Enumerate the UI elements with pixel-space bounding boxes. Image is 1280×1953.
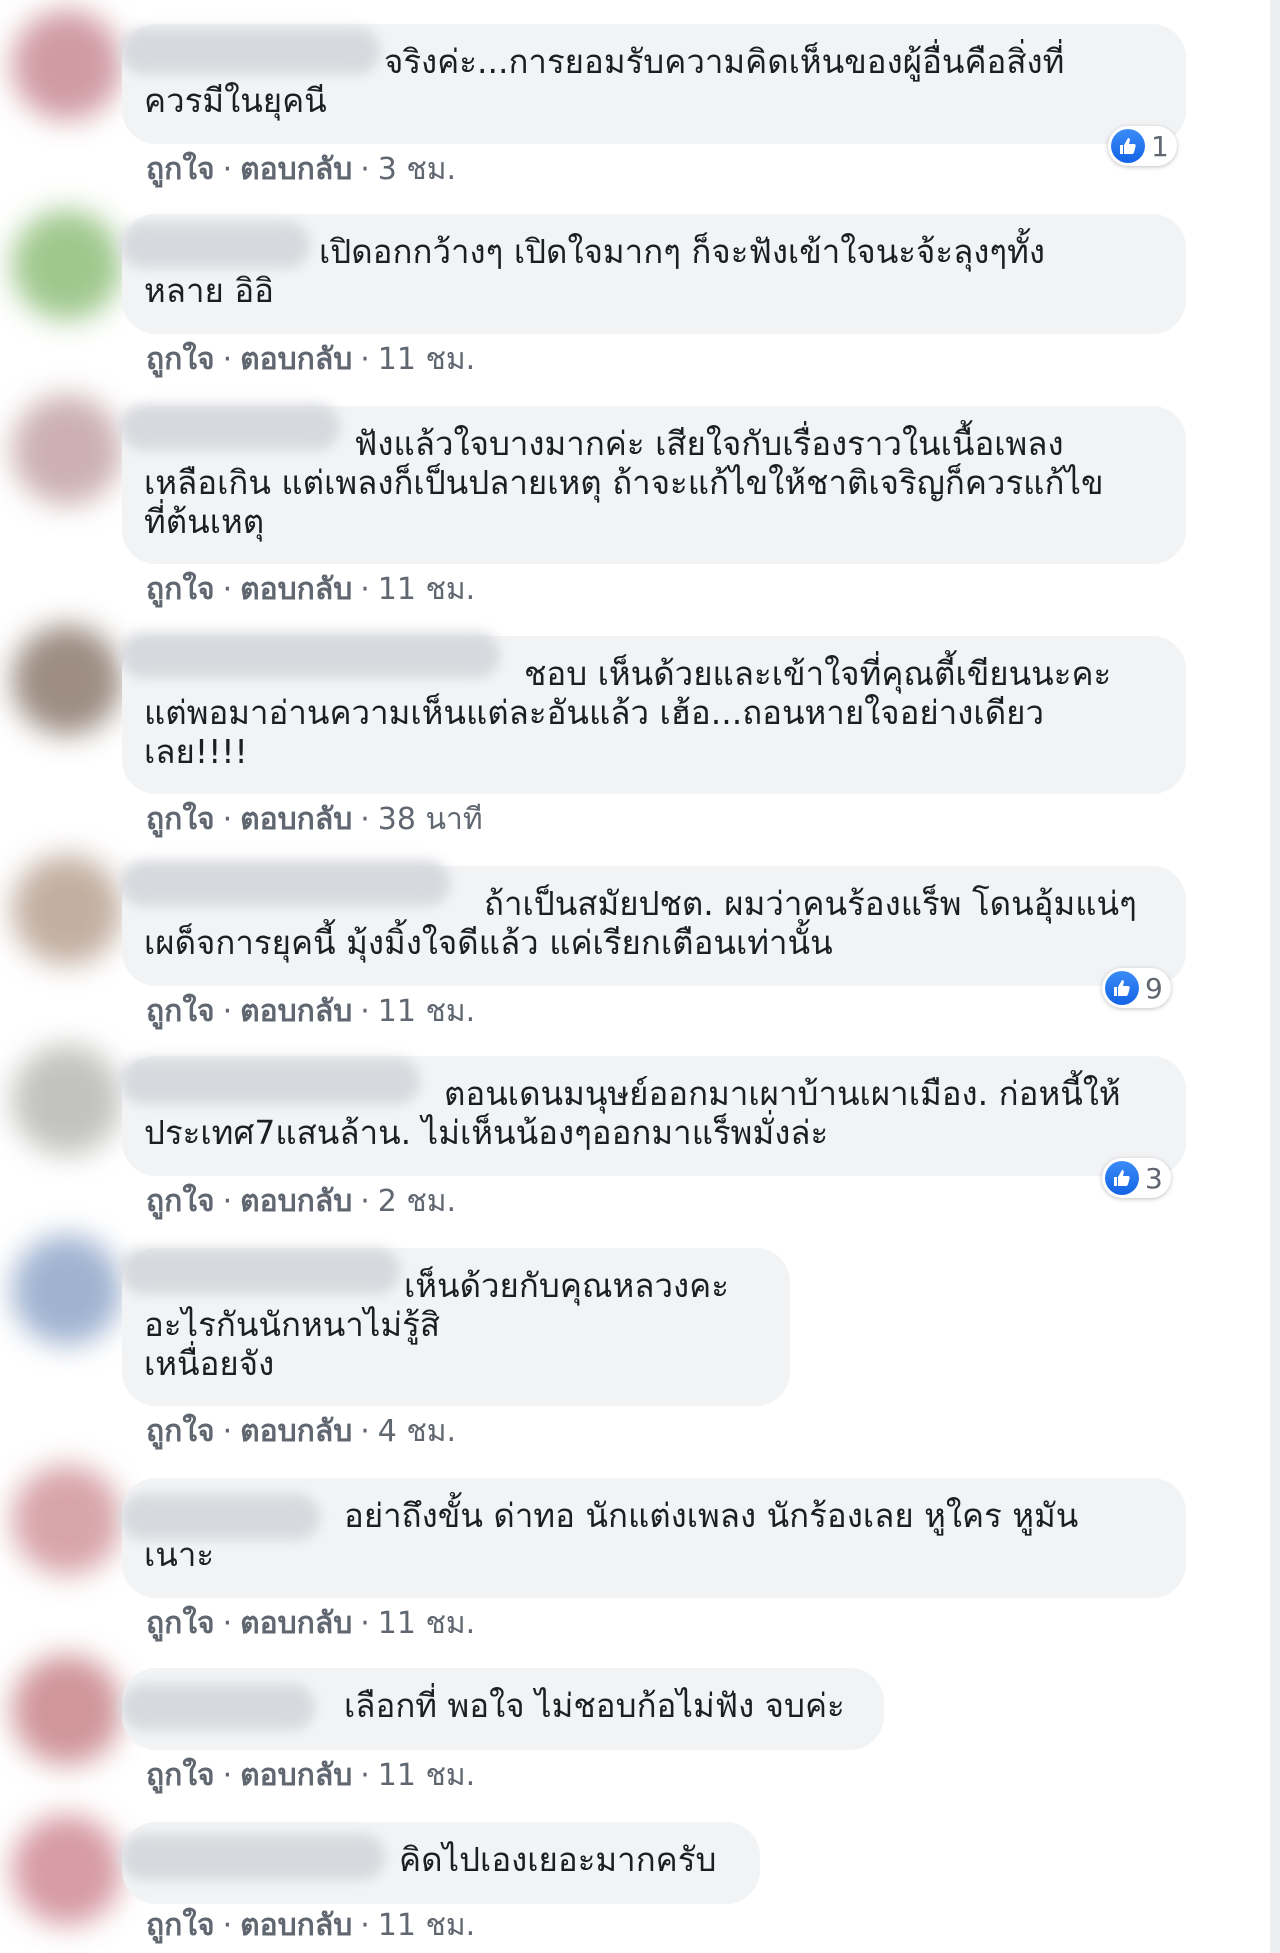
comment-actions: ถูกใจ · ตอบกลับ · 38 นาที (146, 796, 483, 843)
comment-timestamp[interactable]: 11 ชม. (378, 1758, 475, 1793)
comment-timestamp[interactable]: 11 ชม. (378, 572, 475, 607)
reply-button[interactable]: ตอบกลับ (240, 1758, 352, 1793)
reply-button[interactable]: ตอบกลับ (240, 152, 352, 187)
like-button[interactable]: ถูกใจ (146, 342, 215, 377)
comment-timestamp[interactable]: 11 ชม. (378, 342, 475, 377)
avatar[interactable] (12, 1815, 122, 1925)
avatar[interactable] (12, 625, 122, 735)
comment-timestamp[interactable]: 11 ชม. (378, 994, 475, 1029)
like-button[interactable]: ถูกใจ (146, 1758, 215, 1793)
comment-actions: ถูกใจ · ตอบกลับ · 4 ชม. (146, 1408, 456, 1455)
comment-actions: ถูกใจ · ตอบกลับ · 11 ชม. (146, 1752, 475, 1799)
separator: · (360, 1184, 370, 1219)
reaction-count-badge[interactable]: 1 (1108, 126, 1177, 166)
like-button[interactable]: ถูกใจ (146, 572, 215, 607)
commenter-name[interactable] (120, 404, 340, 450)
comment-timestamp[interactable]: 4 ชม. (378, 1414, 456, 1449)
separator: · (222, 1606, 233, 1641)
reply-button[interactable]: ตอบกลับ (240, 994, 352, 1029)
scrollbar-track[interactable] (1270, 0, 1280, 1953)
reply-button[interactable]: ตอบกลับ (240, 802, 352, 837)
commenter-name[interactable] (120, 1834, 385, 1880)
like-button[interactable]: ถูกใจ (146, 1606, 215, 1641)
comment-timestamp[interactable]: 3 ชม. (378, 152, 456, 187)
comment-timestamp[interactable]: 11 ชม. (378, 1908, 475, 1943)
separator: · (222, 1414, 233, 1449)
reply-button[interactable]: ตอบกลับ (240, 1606, 352, 1641)
commenter-name[interactable] (120, 222, 310, 268)
separator: · (222, 342, 233, 377)
comment-actions: ถูกใจ · ตอบกลับ · 11 ชม. (146, 1902, 475, 1949)
separator: · (360, 152, 370, 187)
comment-timestamp[interactable]: 38 นาที (378, 802, 483, 837)
separator: · (360, 1414, 370, 1449)
reaction-count: 3 (1145, 1161, 1163, 1195)
reply-button[interactable]: ตอบกลับ (240, 1414, 352, 1449)
commenter-name[interactable] (120, 1494, 320, 1540)
avatar[interactable] (12, 1235, 122, 1345)
like-thumbs-up-icon (1105, 1161, 1139, 1195)
comment-actions: ถูกใจ · ตอบกลับ · 11 ชม. (146, 566, 475, 613)
separator: · (360, 342, 370, 377)
comment-timestamp[interactable]: 11 ชม. (378, 1606, 475, 1641)
reply-button[interactable]: ตอบกลับ (240, 1908, 352, 1943)
separator: · (360, 802, 370, 837)
separator: · (360, 1908, 370, 1943)
avatar[interactable] (12, 10, 122, 120)
separator: · (360, 572, 370, 607)
reply-button[interactable]: ตอบกลับ (240, 342, 352, 377)
reaction-count: 1 (1151, 129, 1169, 163)
avatar[interactable] (12, 1465, 122, 1575)
commenter-name[interactable] (120, 28, 380, 74)
separator: · (222, 572, 233, 607)
like-thumbs-up-icon (1111, 129, 1145, 163)
comment-actions: ถูกใจ · ตอบกลับ · 11 ชม. (146, 988, 475, 1035)
separator: · (222, 1184, 233, 1219)
reply-button[interactable]: ตอบกลับ (240, 572, 352, 607)
avatar[interactable] (12, 395, 122, 505)
avatar[interactable] (12, 210, 122, 320)
commenter-name[interactable] (120, 1248, 400, 1294)
avatar[interactable] (12, 1045, 122, 1155)
commenter-name[interactable] (120, 1058, 420, 1104)
reaction-count-badge[interactable]: 3 (1102, 1158, 1171, 1198)
reply-button[interactable]: ตอบกลับ (240, 1184, 352, 1219)
reaction-count: 9 (1145, 971, 1163, 1005)
avatar[interactable] (12, 1655, 122, 1765)
comment-actions: ถูกใจ · ตอบกลับ · 3 ชม. (146, 146, 456, 193)
comment-actions: ถูกใจ · ตอบกลับ · 11 ชม. (146, 1600, 475, 1647)
comment-actions: ถูกใจ · ตอบกลับ · 2 ชม. (146, 1178, 456, 1225)
separator: · (222, 994, 233, 1029)
separator: · (360, 994, 370, 1029)
separator: · (360, 1758, 370, 1793)
separator: · (222, 1908, 233, 1943)
separator: · (360, 1606, 370, 1641)
reaction-count-badge[interactable]: 9 (1102, 968, 1171, 1008)
separator: · (222, 152, 233, 187)
like-button[interactable]: ถูกใจ (146, 152, 215, 187)
comment-actions: ถูกใจ · ตอบกลับ · 11 ชม. (146, 336, 475, 383)
comment-timestamp[interactable]: 2 ชม. (378, 1184, 456, 1219)
separator: · (222, 802, 233, 837)
commenter-name[interactable] (120, 1684, 315, 1730)
like-thumbs-up-icon (1105, 971, 1139, 1005)
commenter-name[interactable] (120, 860, 450, 906)
like-button[interactable]: ถูกใจ (146, 1908, 215, 1943)
commenter-name[interactable] (120, 632, 500, 678)
like-button[interactable]: ถูกใจ (146, 1184, 215, 1219)
separator: · (222, 1758, 233, 1793)
avatar[interactable] (12, 855, 122, 965)
like-button[interactable]: ถูกใจ (146, 802, 215, 837)
like-button[interactable]: ถูกใจ (146, 994, 215, 1029)
like-button[interactable]: ถูกใจ (146, 1414, 215, 1449)
